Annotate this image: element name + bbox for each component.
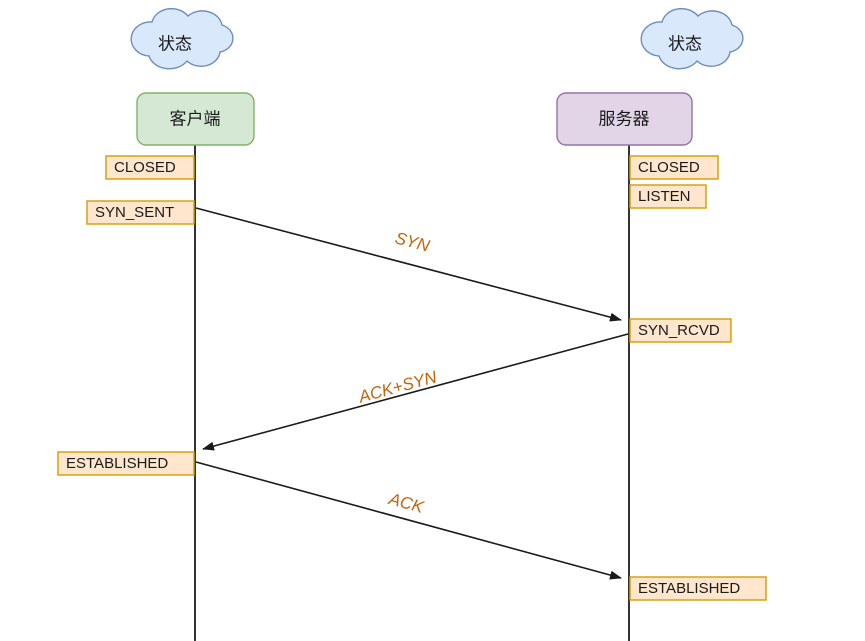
ack-arrow [195,461,622,580]
client-state-syn-sent-label: SYN_SENT [95,204,174,221]
client-node[interactable]: 客户端 [136,92,255,146]
client-cloud: 状态 [130,7,234,70]
server-state-closed[interactable]: CLOSED [629,155,719,180]
server-state-closed-label: CLOSED [638,159,700,176]
server-state-established-label: ESTABLISHED [638,580,740,597]
server-state-syn-rcvd-label: SYN_RCVD [638,322,720,339]
server-state-listen[interactable]: LISTEN [629,184,707,209]
syn-label: SYN [393,228,432,255]
client-state-closed-label: CLOSED [114,159,176,176]
client-state-syn-sent[interactable]: SYN_SENT [86,200,195,225]
tcp-handshake-diagram: 状态 状态 客户端 服务器 SYN ACK+SYN ACK CLOSED SYN… [0,0,865,641]
server-cloud: 状态 [640,7,744,70]
client-state-established[interactable]: ESTABLISHED [57,451,195,476]
server-node-label: 服务器 [599,109,650,128]
client-state-established-label: ESTABLISHED [66,455,168,472]
server-state-established[interactable]: ESTABLISHED [629,576,767,601]
client-cloud-label: 状态 [158,34,192,53]
server-state-listen-label: LISTEN [638,188,691,205]
client-node-label: 客户端 [170,109,221,128]
server-state-syn-rcvd[interactable]: SYN_RCVD [629,318,732,343]
server-node[interactable]: 服务器 [556,92,693,146]
client-state-closed[interactable]: CLOSED [105,155,195,180]
ack-label: ACK [386,489,426,517]
ack-syn-label: ACK+SYN [356,367,440,407]
server-cloud-label: 状态 [668,34,702,53]
syn-arrow [195,207,622,322]
